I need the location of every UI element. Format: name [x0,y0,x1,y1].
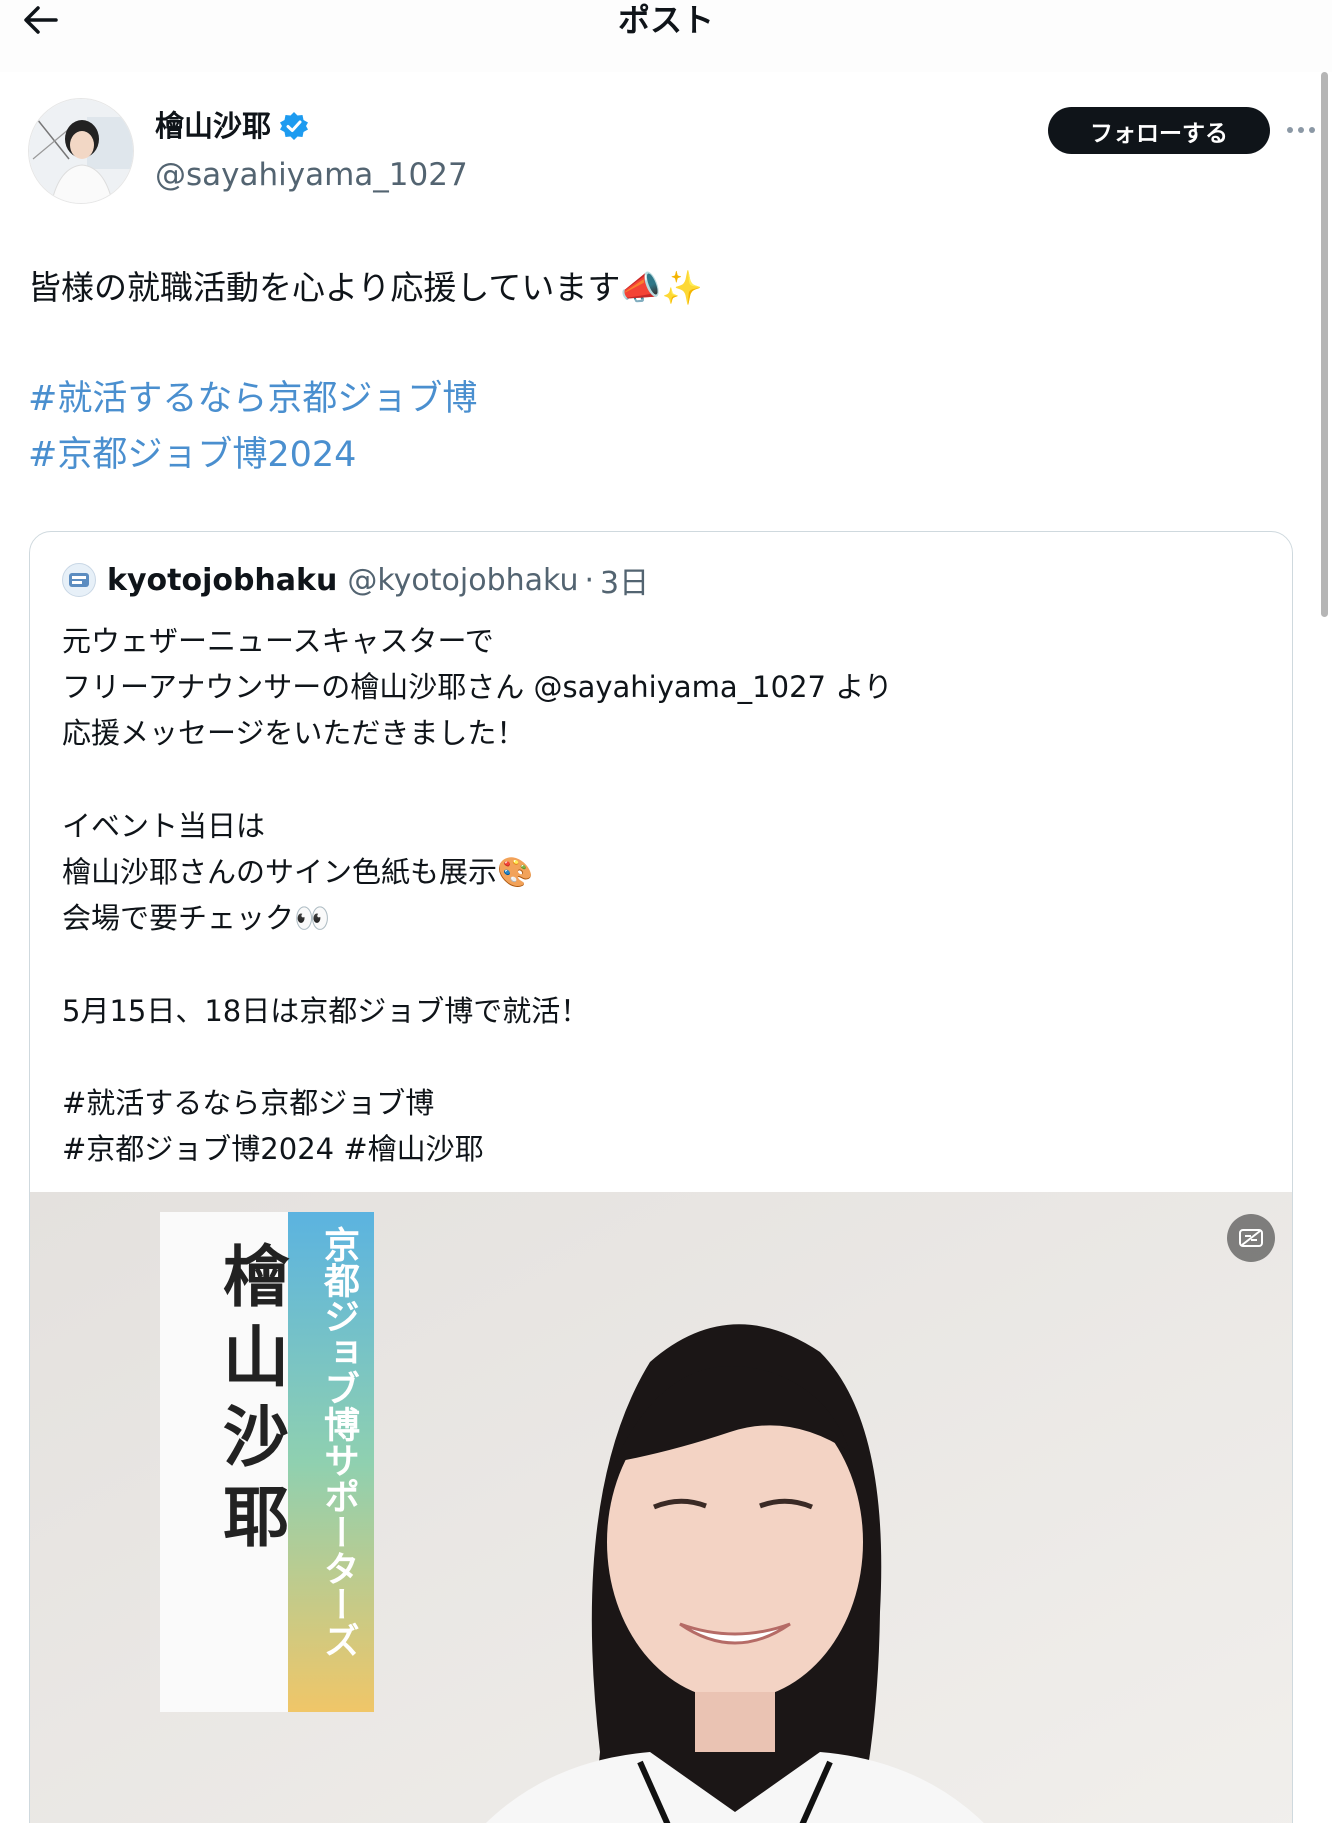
top-bar: ポスト [0,0,1332,72]
more-button[interactable] [1283,112,1319,148]
quoted-media[interactable]: 檜山沙耶 京都ジョブ博サポーターズ [30,1192,1292,1823]
media-banner-text: 京都ジョブ博サポーターズ [318,1226,359,1658]
quoted-author-name[interactable]: kyotojobhaku [107,563,337,598]
author-name-row: 檜山沙耶 [155,108,309,144]
author-name[interactable]: 檜山沙耶 [155,108,271,144]
media-badge-icon [1239,1229,1263,1247]
post-author: 檜山沙耶 @sayahiyama_1027 フォローする [28,98,1315,208]
media-name-card: 檜山沙耶 [212,1242,289,1562]
avatar[interactable] [28,98,134,204]
quoted-avatar[interactable] [62,563,96,597]
quoted-timestamp[interactable]: 3日 [600,558,649,602]
verified-badge-icon [280,112,309,140]
page-title: ポスト [617,1,714,39]
quoted-post[interactable]: kyotojobhaku @kyotojobhaku · 3日 元ウェザーニュー… [29,531,1293,1823]
media-badge[interactable] [1227,1214,1275,1262]
quoted-author-handle[interactable]: @kyotojobhaku [347,563,578,598]
quoted-post-text: 元ウェザーニュースキャスターで フリーアナウンサーの檜山沙耶さん @sayahi… [62,624,893,1167]
hashtag-link[interactable]: #就活するなら京都ジョブ博 [28,371,477,427]
post-text: 皆様の就職活動を心より応援しています📣✨ [28,268,703,307]
scrollbar[interactable] [1321,72,1328,617]
separator-dot: · [584,562,595,598]
hashtag-link[interactable]: #京都ジョブ博2024 [28,427,356,483]
more-icon [1287,127,1315,133]
quoted-post-header: kyotojobhaku @kyotojobhaku · 3日 [62,558,649,602]
author-handle[interactable]: @sayahiyama_1027 [155,155,468,195]
follow-button[interactable]: フォローする [1048,107,1270,154]
